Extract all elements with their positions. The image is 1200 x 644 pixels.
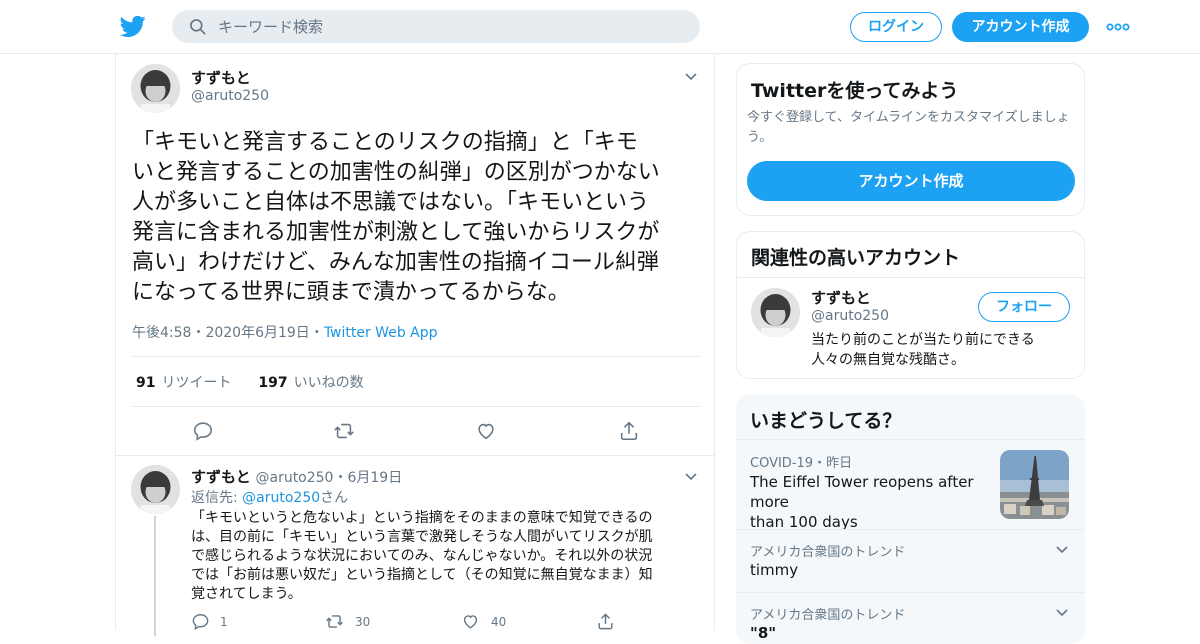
meta-separator: ・ [309, 325, 324, 341]
reply-text-line: で感じられるような状況においてのみ、なんじゃないか。それ以外の状況 [191, 548, 653, 564]
avatar-photo [131, 64, 180, 113]
trend-thumbnail [1000, 450, 1069, 519]
like-icon[interactable] [475, 420, 497, 442]
avatar[interactable] [131, 64, 180, 113]
tweet-source-link[interactable]: Twitter Web App [324, 325, 438, 341]
retweet-stat[interactable]: 91 リツイート [136, 375, 231, 391]
related-accounts-card: 関連性の高いアカウント すずもと @aruto250 フォロー 当たり前のことが… [736, 231, 1085, 379]
tweet-meta: 午後4:58・2020年6月19日・Twitter Web App [132, 322, 438, 342]
divider [132, 356, 700, 357]
tweet-stats: 91 リツイート 197 いいねの数 [136, 372, 364, 392]
signup-button[interactable]: アカウント作成 [952, 12, 1089, 42]
tweet-date[interactable]: 2020年6月19日 [205, 325, 309, 341]
retweet-icon[interactable] [325, 612, 344, 631]
trend-title: "8" [750, 624, 777, 642]
like-stat[interactable]: 197 いいねの数 [258, 375, 363, 391]
author-name[interactable]: すずもと [191, 67, 251, 88]
trends-card: いまどうしてる？ COVID-19・昨日 The Eiffel Tower re… [736, 394, 1085, 644]
chevron-down-icon[interactable] [684, 72, 698, 82]
author-name[interactable]: すずもと [191, 468, 251, 486]
login-button[interactable]: ログイン [850, 12, 942, 42]
avatar[interactable] [751, 288, 800, 337]
like-count: 40 [491, 615, 507, 629]
trend-title: The Eiffel Tower reopens after more than… [750, 473, 974, 531]
trend-context: アメリカ合衆国のトレンド [750, 608, 906, 623]
related-account-bio: 当たり前のことが当たり前にできる 人々の無自覚な残酷さ。 [811, 332, 1035, 368]
trends-card-title: いまどうしてる？ [750, 410, 902, 432]
avatar-photo [131, 465, 180, 514]
search-box[interactable] [172, 10, 700, 43]
tweet-text-line: 「キモいと発言することのリスクの指摘」と「キモ [132, 130, 638, 155]
related-card-title: 関連性の高いアカウント [751, 247, 961, 269]
reply-icon[interactable] [191, 612, 210, 631]
create-account-button[interactable]: アカウント作成 [747, 161, 1075, 201]
avatar[interactable] [131, 465, 180, 514]
signup-card-title: Twitterを使ってみよう [751, 80, 959, 102]
trend-context: COVID-19・昨日 [750, 456, 853, 471]
reply-text: 「キモいというと危ないよ」という指摘をそのままの意味で知覚できるの は、目の前に… [191, 509, 691, 604]
reply-icon[interactable] [192, 420, 214, 442]
reply-text-line: 「キモいというと危ないよ」という指摘をそのままの意味で知覚できるの [191, 510, 653, 526]
reply-header: すずもと @aruto250・6月19日 [191, 466, 402, 487]
avatar-photo [751, 288, 800, 337]
search-icon [190, 19, 206, 35]
related-account-item[interactable]: すずもと @aruto250 フォロー 当たり前のことが当たり前にできる 人々の… [737, 278, 1084, 378]
reply-count: 1 [220, 615, 228, 629]
follow-button[interactable]: フォロー [978, 292, 1070, 322]
tweet-text-line: 人が多いこと自体は不思議ではない。「キモいという [132, 190, 650, 215]
reply-text-line: は、目の前に「キモい」という言葉で激発しそうな人間がいてリスクが肌 [191, 529, 653, 545]
eiffel-tower-photo [1000, 450, 1069, 519]
trend-context: アメリカ合衆国のトレンド [750, 545, 906, 560]
reply-date[interactable]: 6月19日 [347, 470, 402, 486]
signup-card-subtitle: 今すぐ登録して、タイムラインをカスタマイズしましょ う。 [747, 110, 1070, 145]
tweet-text: 「キモいと発言することのリスクの指摘」と「キモ いと発言することの加害性の糾弾」… [132, 128, 702, 308]
trend-item[interactable]: COVID-19・昨日 The Eiffel Tower reopens aft… [736, 439, 1085, 531]
trend-title: timmy [750, 561, 799, 579]
chevron-down-icon[interactable] [1055, 545, 1069, 555]
author-handle[interactable]: @aruto250 [191, 88, 269, 104]
share-icon[interactable] [618, 420, 640, 442]
meta-separator: ・ [191, 325, 206, 341]
signup-card: Twitterを使ってみよう 今すぐ登録して、タイムラインをカスタマイズしましょ… [736, 63, 1085, 216]
like-icon[interactable] [461, 612, 480, 631]
retweet-icon[interactable] [333, 420, 355, 442]
related-account-handle[interactable]: @aruto250 [811, 308, 889, 324]
divider [116, 455, 714, 456]
share-icon[interactable] [596, 612, 615, 631]
more-icon[interactable] [1106, 18, 1130, 36]
tweet-text-line: 高い」わけだけど、みんな加害性の指摘イコール糾弾 [132, 250, 659, 275]
reply-to-handle-link[interactable]: @aruto250 [242, 490, 320, 506]
meta-separator: ・ [333, 470, 348, 486]
divider [132, 406, 700, 407]
tweet-time[interactable]: 午後4:58 [132, 325, 191, 341]
trend-item[interactable]: アメリカ合衆国のトレンド "8" [736, 592, 1085, 644]
tweet-text-line: いと発言することの加害性の糾弾」の区別がつかない [132, 160, 660, 185]
tweet-text-line: 発言に含まれる加害性が刺激として強いからリスクが [132, 220, 660, 245]
twitter-bird-icon[interactable] [119, 13, 147, 39]
reply-to: 返信先: @aruto250さん [191, 490, 349, 506]
author-handle[interactable]: @aruto250 [255, 470, 333, 486]
related-account-name[interactable]: すずもと [811, 287, 871, 308]
retweet-count: 30 [355, 615, 371, 629]
chevron-down-icon[interactable] [1055, 608, 1069, 618]
top-navigation-bar: ログイン アカウント作成 [0, 0, 1200, 54]
main-column: すずもと @aruto250 「キモいと発言することのリスクの指摘」と「キモ い… [115, 54, 715, 636]
reply-text-line: 覚されてしまう。 [191, 586, 302, 602]
tweet-text-line: になってる世界に頭まで漬かってるからな。 [132, 280, 570, 305]
search-input[interactable] [218, 10, 678, 43]
chevron-down-icon[interactable] [684, 472, 698, 482]
thread-line [154, 516, 156, 636]
trend-item[interactable]: アメリカ合衆国のトレンド timmy [736, 529, 1085, 592]
reply-text-line: では「お前は悪い奴だ」という指摘として（その知覚に無自覚なまま）知 [191, 567, 653, 583]
